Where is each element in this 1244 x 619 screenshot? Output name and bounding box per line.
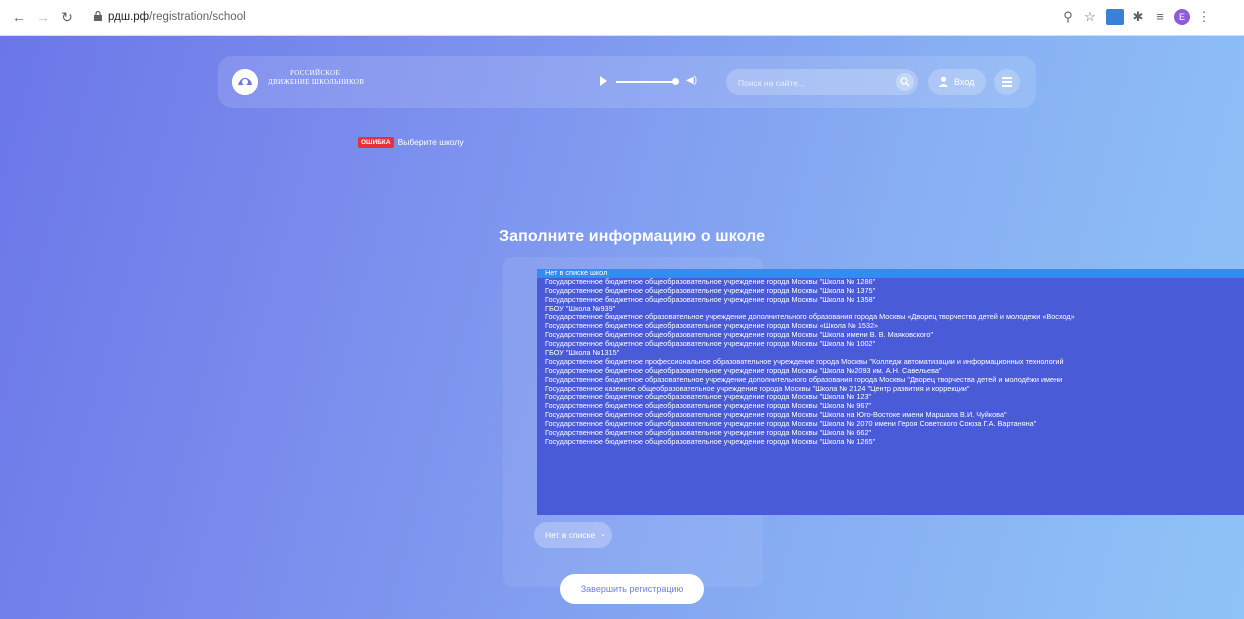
login-label: Вход: [954, 77, 975, 87]
school-option[interactable]: Нет в списке школ: [537, 269, 1244, 278]
school-option[interactable]: Государственное бюджетное профессиональн…: [537, 358, 1244, 367]
reading-list-icon[interactable]: ≡: [1152, 9, 1168, 25]
lock-icon: [94, 11, 102, 21]
school-option[interactable]: Государственное бюджетное общеобразовате…: [537, 420, 1244, 429]
browser-toolbar: ← → ↻ рдш.рф/registration/school ⚲ ☆ ✱ ≡…: [0, 0, 1244, 36]
page-title: Заполните информацию о школе: [499, 228, 766, 245]
error-text: Выберите школу: [397, 137, 464, 147]
school-option[interactable]: ГБОУ "Школа №939": [537, 305, 1244, 314]
school-dropdown-list[interactable]: Нет в списке школ Государственное бюджетн…: [537, 269, 1244, 515]
zoom-icon[interactable]: ⚲: [1060, 9, 1076, 25]
audio-player: ◀): [600, 72, 710, 92]
star-icon[interactable]: ☆: [1082, 9, 1098, 25]
logo-icon[interactable]: [232, 69, 258, 95]
chevron-down-icon: ⌄: [600, 531, 606, 538]
audio-progress[interactable]: [616, 81, 674, 83]
school-option[interactable]: Государственное бюджетное общеобразовате…: [537, 367, 1244, 376]
volume-icon[interactable]: ◀): [686, 75, 697, 86]
school-option[interactable]: Государственное бюджетное образовательно…: [537, 376, 1244, 385]
address-bar[interactable]: рдш.рф/registration/school: [86, 4, 1106, 32]
school-option[interactable]: Государственное бюджетное общеобразовате…: [537, 393, 1244, 402]
puzzle-icon[interactable]: ✱: [1130, 9, 1146, 25]
finish-registration-button[interactable]: Завершить регистрацию: [560, 574, 704, 604]
login-button[interactable]: Вход: [928, 69, 986, 95]
forward-arrow-icon[interactable]: →: [34, 8, 52, 26]
user-icon: [938, 76, 949, 89]
play-icon[interactable]: [600, 76, 607, 86]
error-badge: ОШИБКА: [358, 137, 394, 148]
logo-text[interactable]: РОССИЙСКОЕ ДВИЖЕНИЕ ШКОЛЬНИКОВ: [268, 69, 364, 87]
search-input[interactable]: [736, 73, 890, 93]
url-text: рдш.рф/registration/school: [108, 11, 246, 23]
school-option[interactable]: Государственное бюджетное общеобразовате…: [537, 340, 1244, 349]
profile-avatar-icon[interactable]: E: [1174, 9, 1190, 25]
page-background: РОССИЙСКОЕ ДВИЖЕНИЕ ШКОЛЬНИКОВ ◀) Вход О…: [0, 36, 1244, 619]
school-option[interactable]: Государственное бюджетное общеобразовате…: [537, 322, 1244, 331]
school-option[interactable]: Государственное бюджетное общеобразовате…: [537, 438, 1244, 447]
school-option[interactable]: Государственное бюджетное общеобразовате…: [537, 429, 1244, 438]
audio-progress-knob[interactable]: [672, 78, 679, 85]
school-option[interactable]: Государственное бюджетное общеобразовате…: [537, 331, 1244, 340]
school-option[interactable]: Государственное бюджетное общеобразовате…: [537, 287, 1244, 296]
back-arrow-icon[interactable]: ←: [10, 8, 28, 26]
school-option[interactable]: Государственное бюджетное общеобразовате…: [537, 296, 1244, 305]
hamburger-menu-icon[interactable]: [994, 69, 1020, 95]
search-box: [726, 69, 918, 95]
more-menu-icon[interactable]: ⋮: [1196, 9, 1212, 25]
reload-icon[interactable]: ↻: [58, 8, 76, 26]
school-option[interactable]: Государственное бюджетное общеобразовате…: [537, 278, 1244, 287]
school-option[interactable]: Государственное бюджетное общеобразовате…: [537, 411, 1244, 420]
school-option[interactable]: Государственное казенное общеобразовател…: [537, 385, 1244, 394]
extension-icon[interactable]: [1106, 9, 1124, 25]
school-option[interactable]: Государственное бюджетное образовательно…: [537, 313, 1244, 322]
error-message: ОШИБКА Выберите школу: [358, 137, 464, 148]
school-select[interactable]: Нет в списке ⌄: [534, 522, 612, 548]
school-option[interactable]: ГБОУ "Школа №1315": [537, 349, 1244, 358]
search-icon[interactable]: [896, 73, 914, 91]
site-header: РОССИЙСКОЕ ДВИЖЕНИЕ ШКОЛЬНИКОВ ◀) Вход: [218, 56, 1036, 108]
school-option[interactable]: Государственное бюджетное общеобразовате…: [537, 402, 1244, 411]
school-select-value: Нет в списке: [545, 530, 596, 540]
